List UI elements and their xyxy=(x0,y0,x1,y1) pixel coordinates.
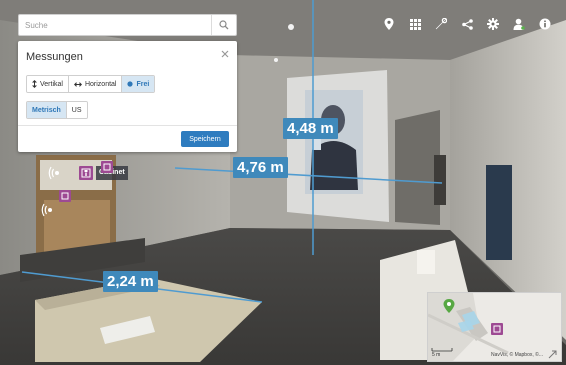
unit-toggle: Metrisch US xyxy=(26,101,88,119)
location-button[interactable] xyxy=(376,14,402,34)
panel-divider xyxy=(18,125,237,126)
measurement-mode-toggle: Vertikal Horizontal Frei xyxy=(26,75,156,93)
mode-horizontal-label: Horizontal xyxy=(84,80,117,88)
audio-poi-secondary[interactable] xyxy=(40,203,56,222)
poi-small-marker[interactable] xyxy=(101,160,113,178)
search-input[interactable] xyxy=(19,15,211,35)
top-toolbar xyxy=(376,14,558,34)
mode-vertical-label: Vertikal xyxy=(40,80,63,88)
vertical-arrow-icon xyxy=(32,80,37,88)
share-button[interactable] xyxy=(454,14,480,34)
save-button[interactable]: Speichern xyxy=(181,131,229,147)
poi-cabinet-marker[interactable] xyxy=(79,166,93,185)
map-scale: 5 m xyxy=(432,352,441,358)
measurement-height-label[interactable]: 4,48 m xyxy=(283,118,338,139)
mode-free-button[interactable]: Frei xyxy=(122,76,155,92)
unit-metric-label: Metrisch xyxy=(32,106,61,114)
search-box xyxy=(18,14,237,36)
minimap[interactable]: 5 m NavVis, © Mapbox, ©... xyxy=(427,292,562,362)
user-icon xyxy=(513,18,525,30)
poi-marker-icon xyxy=(79,166,93,180)
grid-icon xyxy=(409,18,421,30)
measurement-bed-label[interactable]: 2,24 m xyxy=(103,271,158,292)
tools-button[interactable] xyxy=(428,14,454,34)
info-icon xyxy=(539,18,551,30)
map-poi-marker-icon[interactable] xyxy=(491,323,503,335)
wrench-icon xyxy=(435,18,447,30)
search-icon xyxy=(219,20,229,30)
info-button[interactable] xyxy=(532,14,558,34)
measurement-width-label[interactable]: 4,76 m xyxy=(233,157,288,178)
expand-icon[interactable] xyxy=(548,350,557,359)
unit-us-button[interactable]: US xyxy=(66,102,87,118)
close-icon xyxy=(221,50,229,58)
audio-icon xyxy=(41,203,52,217)
map-attribution[interactable]: NavVis, © Mapbox, ©... xyxy=(491,352,543,358)
poi-marker-icon xyxy=(101,161,113,173)
grid-button[interactable] xyxy=(402,14,428,34)
panorama-viewer[interactable]: Messungen Vertikal Horizontal xyxy=(0,0,566,365)
settings-button[interactable] xyxy=(480,14,506,34)
mode-vertical-button[interactable]: Vertikal xyxy=(27,76,69,92)
search-button[interactable] xyxy=(211,15,236,35)
measurement-panel: Messungen Vertikal Horizontal Frei Metri… xyxy=(18,41,237,152)
mode-horizontal-button[interactable]: Horizontal xyxy=(68,76,123,92)
audio-icon xyxy=(48,166,59,180)
unit-us-label: US xyxy=(71,106,82,114)
share-icon xyxy=(461,18,473,30)
mode-free-label: Frei xyxy=(136,80,150,88)
poi-marker-icon xyxy=(59,190,71,202)
panel-title: Messungen xyxy=(26,51,83,63)
audio-poi[interactable] xyxy=(47,166,63,185)
free-dot-icon xyxy=(127,81,134,87)
map-location-marker-icon[interactable] xyxy=(443,299,455,313)
user-button[interactable] xyxy=(506,14,532,34)
gear-icon xyxy=(487,18,499,30)
unit-metric-button[interactable]: Metrisch xyxy=(27,102,67,118)
close-button[interactable] xyxy=(218,47,232,61)
poi-secondary-marker[interactable] xyxy=(59,189,71,207)
location-pin-icon xyxy=(384,18,394,30)
horizontal-arrow-icon xyxy=(73,81,82,87)
